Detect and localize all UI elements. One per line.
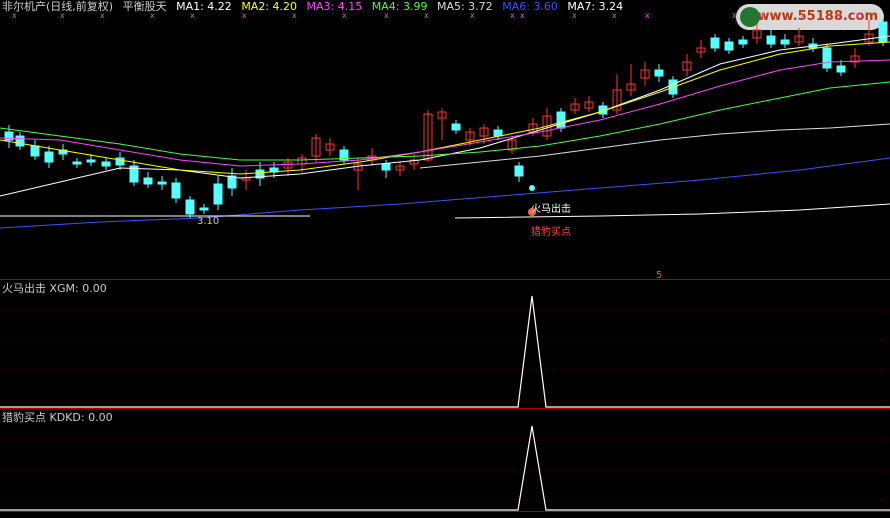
sub1-value: XGM: 0.00 — [49, 282, 107, 295]
top-x-marker: x — [12, 11, 17, 20]
candle-body — [213, 183, 223, 205]
sub1-legend: 火马出击 XGM: 0.00 — [2, 282, 107, 295]
xgm-indicator-line — [0, 295, 890, 408]
candle-body — [451, 123, 461, 131]
kline-chart[interactable]: xxxxxxxxxxxxxxxxxxxxx — [0, 0, 890, 518]
top-x-marker: x — [645, 11, 650, 20]
top-x-marker: x — [470, 11, 475, 20]
candle-body — [514, 165, 524, 177]
signal-diamond-icon — [529, 185, 535, 191]
top-x-marker: x — [855, 11, 860, 20]
signal-huoma-label: 火马出击 — [531, 204, 571, 215]
candle-body — [199, 207, 209, 211]
candle-body — [836, 65, 846, 73]
top-x-marker: x — [424, 11, 429, 20]
candle-body — [738, 39, 748, 45]
panel-separator — [0, 408, 890, 409]
candle-body — [822, 47, 832, 69]
low-price-label: 3.10 — [197, 216, 220, 227]
sub2-value: KDKD: 0.00 — [49, 411, 113, 424]
candlesticks — [4, 16, 888, 218]
top-x-marker: x — [190, 11, 195, 20]
ma-line — [419, 123, 890, 169]
panel-separator — [0, 279, 890, 280]
candle-body — [185, 199, 195, 215]
sub1-title: 火马出击 — [2, 282, 46, 295]
top-x-marker: x — [520, 11, 525, 20]
candle-body — [15, 135, 25, 147]
candle-body — [556, 111, 566, 129]
candle-body — [143, 177, 153, 185]
candle-body — [30, 145, 40, 157]
bottom-marker: 5 — [656, 270, 663, 281]
ma-line — [0, 59, 890, 167]
candle-body — [72, 161, 82, 165]
top-x-marker: x — [292, 11, 297, 20]
top-x-marker: x — [836, 11, 841, 20]
kdkd-indicator-line — [0, 425, 890, 511]
candle-body — [86, 159, 96, 163]
candle-body — [780, 39, 790, 45]
sub-indicator-lines — [0, 295, 890, 511]
top-x-marker: x — [800, 11, 805, 20]
top-x-marker: x — [612, 11, 617, 20]
top-x-marker: x — [760, 11, 765, 20]
top-x-marker: x — [100, 11, 105, 20]
signal-liebao-label: 猎豹买点 — [531, 227, 571, 238]
sub2-title: 猎豹买点 — [2, 411, 46, 424]
sub2-legend: 猎豹买点 KDKD: 0.00 — [2, 411, 113, 424]
ma-line — [454, 203, 890, 219]
top-x-marker: x — [572, 11, 577, 20]
candle-body — [724, 41, 734, 51]
top-x-marker: x — [242, 11, 247, 20]
top-x-marker: x — [342, 11, 347, 20]
candle-body — [101, 161, 111, 167]
candle-body — [766, 35, 776, 45]
candle-body — [44, 151, 54, 163]
moving-average-lines — [0, 35, 890, 229]
top-x-marker: x — [510, 11, 515, 20]
candle-body — [171, 182, 181, 199]
candle-body — [710, 37, 720, 49]
top-x-marker: x — [384, 11, 389, 20]
top-x-marker: x — [732, 11, 737, 20]
candle-body — [493, 129, 503, 137]
panel-separator — [0, 511, 890, 512]
candle-body — [381, 163, 391, 171]
candle-body — [878, 21, 888, 43]
candle-body — [654, 69, 664, 77]
candle-body — [157, 181, 167, 185]
top-x-marker: x — [60, 11, 65, 20]
top-x-marker: x — [150, 11, 155, 20]
